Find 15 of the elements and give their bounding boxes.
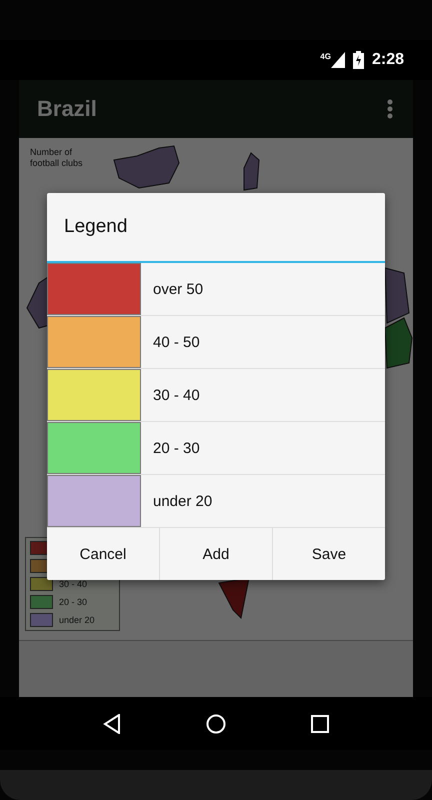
range-label[interactable]: over 50 [141, 263, 204, 315]
dialog-button[interactable]: Cancel [47, 528, 160, 580]
network-label: 4G [320, 52, 331, 61]
legend-label: 30 - 40 [59, 579, 88, 589]
range-label[interactable]: 30 - 40 [141, 369, 200, 421]
dialog-button[interactable]: Save [273, 528, 385, 580]
legend-label: under 20 [59, 615, 95, 625]
range-label[interactable]: 20 - 30 [141, 422, 200, 474]
clock: 2:28 [372, 51, 404, 69]
app-title: Brazil [37, 96, 97, 122]
range-label[interactable]: 40 - 50 [141, 316, 200, 368]
legend-label: 20 - 30 [59, 597, 88, 607]
range-label[interactable]: under 20 [141, 475, 212, 527]
map-title: Number of football clubs [30, 147, 84, 169]
dialog-button[interactable]: Add [160, 528, 273, 580]
